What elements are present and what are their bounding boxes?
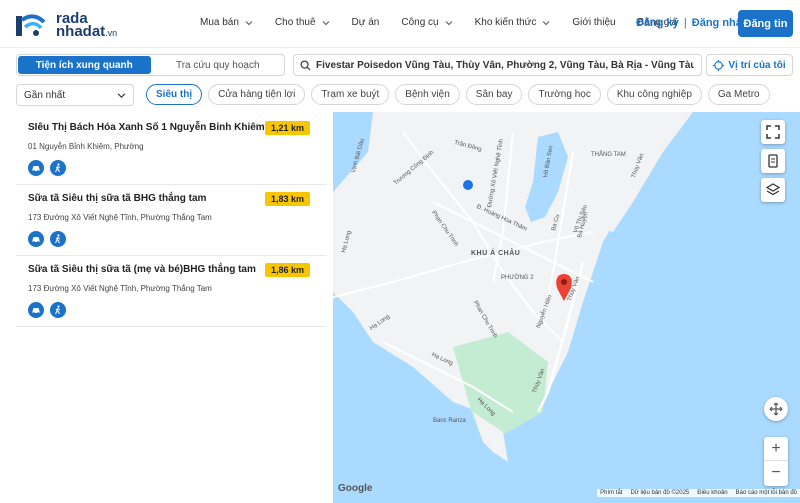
attrib-terms[interactable]: Điều khoản <box>697 490 727 496</box>
list-item[interactable]: Sữa tã Siêu thị sữa tã BHG thắng tam 1,8… <box>16 185 326 256</box>
chip-tram-xe-buyt[interactable]: Trạm xe buýt <box>311 84 390 105</box>
result-address: 01 Nguyễn Bỉnh Khiêm, Phường <box>28 142 144 151</box>
tab-quy-hoach[interactable]: Tra cứu quy hoạch <box>152 55 285 75</box>
chip-benh-vien[interactable]: Bệnh viện <box>395 84 460 105</box>
book-icon <box>768 154 778 168</box>
header: rada nhadat.vn Mua bán Cho thuê Dự án Cô… <box>0 0 800 48</box>
mode-tabs: Tiện ích xung quanh Tra cứu quy hoạch <box>16 54 285 76</box>
attrib-shortcuts[interactable]: Phím tắt <box>600 490 622 496</box>
nav-du-an[interactable]: Dự án <box>352 17 380 28</box>
map-canvas <box>333 112 800 503</box>
chevron-down-icon <box>322 20 329 25</box>
chip-truong-hoc[interactable]: Trường học <box>528 84 601 105</box>
chip-ga-metro[interactable]: Ga Metro <box>707 84 770 105</box>
walking-icon[interactable] <box>50 231 66 247</box>
main-nav: Mua bán Cho thuê Dự án Công cụ Kho kiến … <box>200 17 699 28</box>
chevron-down-icon <box>117 92 126 98</box>
post-listing-button[interactable]: Đăng tin <box>738 10 793 37</box>
chip-san-bay[interactable]: Sân bay <box>465 84 523 105</box>
car-icon[interactable] <box>28 302 44 318</box>
map-attribution: Phím tắt Dữ liệu bản đồ ©2025 Điều khoản… <box>597 489 800 497</box>
layers-button[interactable] <box>761 178 785 202</box>
my-location-label: Vị trí của tôi <box>728 59 786 71</box>
chevron-down-icon <box>445 20 452 25</box>
nav-kho-kien-thuc[interactable]: Kho kiến thức <box>475 17 551 28</box>
my-location-button[interactable]: Vị trí của tôi <box>706 54 793 76</box>
layers-icon <box>766 183 780 196</box>
search-input[interactable] <box>316 59 694 71</box>
logo-icon <box>16 14 46 36</box>
nav-mua-ban[interactable]: Mua bán <box>200 17 253 28</box>
map-label-thang-tam: THẮNG TAM <box>591 152 626 158</box>
map-label-banc-ranza: Banc Ranza <box>433 418 466 424</box>
register-link[interactable]: Đăng ký <box>636 17 679 29</box>
attrib-report[interactable]: Báo cáo một lỗi bản đồ <box>736 490 797 496</box>
logo[interactable]: rada nhadat.vn <box>14 8 124 40</box>
walking-icon[interactable] <box>50 302 66 318</box>
logo-line2: nhadat.vn <box>56 23 118 40</box>
distance-badge: 1,83 km <box>264 192 310 206</box>
result-address: 173 Đường Xô Viết Nghệ Tĩnh, Phường Thắn… <box>28 213 212 222</box>
zoom-in-button[interactable]: + <box>764 437 788 461</box>
nav-cho-thue[interactable]: Cho thuê <box>275 17 330 28</box>
chip-sieu-thi[interactable]: Siêu thị <box>146 84 203 105</box>
search-icon <box>300 59 311 71</box>
zoom-out-button[interactable]: − <box>764 461 788 485</box>
sort-select[interactable]: Gần nhất <box>16 84 134 106</box>
distance-badge: 1,21 km <box>264 121 310 135</box>
attrib-data: Dữ liệu bản đồ ©2025 <box>630 490 690 496</box>
search-box <box>293 54 702 76</box>
nav-gioi-thieu[interactable]: Giới thiệu <box>572 17 615 28</box>
auth-separator: | <box>683 17 687 29</box>
category-chips: Siêu thị Cửa hàng tiện lợi Trạm xe buýt … <box>146 84 776 105</box>
distance-badge: 1,86 km <box>264 263 310 277</box>
list-item[interactable]: Sữa tã Siêu thị sữa tã (mẹ và bé)BHG thắ… <box>16 256 326 327</box>
legend-button[interactable] <box>761 149 785 173</box>
chip-khu-cong-nghiep[interactable]: Khu công nghiệp <box>606 84 702 105</box>
car-icon[interactable] <box>28 231 44 247</box>
move-icon <box>769 402 783 416</box>
google-logo: Google <box>338 483 373 494</box>
map[interactable]: KHU Á CHÂU PHƯỜNG 2 THẮNG TAM Hồ Bàn Sen… <box>333 112 800 503</box>
zoom-control: + − <box>764 437 788 486</box>
sort-select-value: Gần nhất <box>24 89 66 101</box>
map-label-phuong2: PHƯỜNG 2 <box>501 275 534 281</box>
crosshair-icon <box>713 59 725 71</box>
chevron-down-icon <box>245 20 253 25</box>
fullscreen-icon <box>766 125 780 139</box>
tab-tien-ich[interactable]: Tiện ích xung quanh <box>18 56 151 74</box>
pan-button[interactable] <box>764 397 788 421</box>
chevron-down-icon <box>542 20 550 25</box>
walking-icon[interactable] <box>50 160 66 176</box>
chip-cua-hang-tien-loi[interactable]: Cửa hàng tiện lợi <box>208 84 306 105</box>
result-address: 173 Đường Xô Viết Nghệ Tĩnh, Phường Thắn… <box>28 284 212 293</box>
list-item[interactable]: SIêu Thị Bách Hóa Xanh Số 1 Nguyễn Bỉnh … <box>16 114 326 185</box>
nav-cong-cu[interactable]: Công cụ <box>401 17 452 28</box>
car-icon[interactable] <box>28 160 44 176</box>
results-list: SIêu Thị Bách Hóa Xanh Số 1 Nguyễn Bỉnh … <box>16 114 326 503</box>
auth-links: Đăng ký | Đăng nhập <box>636 17 749 29</box>
map-label-khu-a-chau: KHU Á CHÂU <box>471 250 521 257</box>
fullscreen-button[interactable] <box>761 120 785 144</box>
